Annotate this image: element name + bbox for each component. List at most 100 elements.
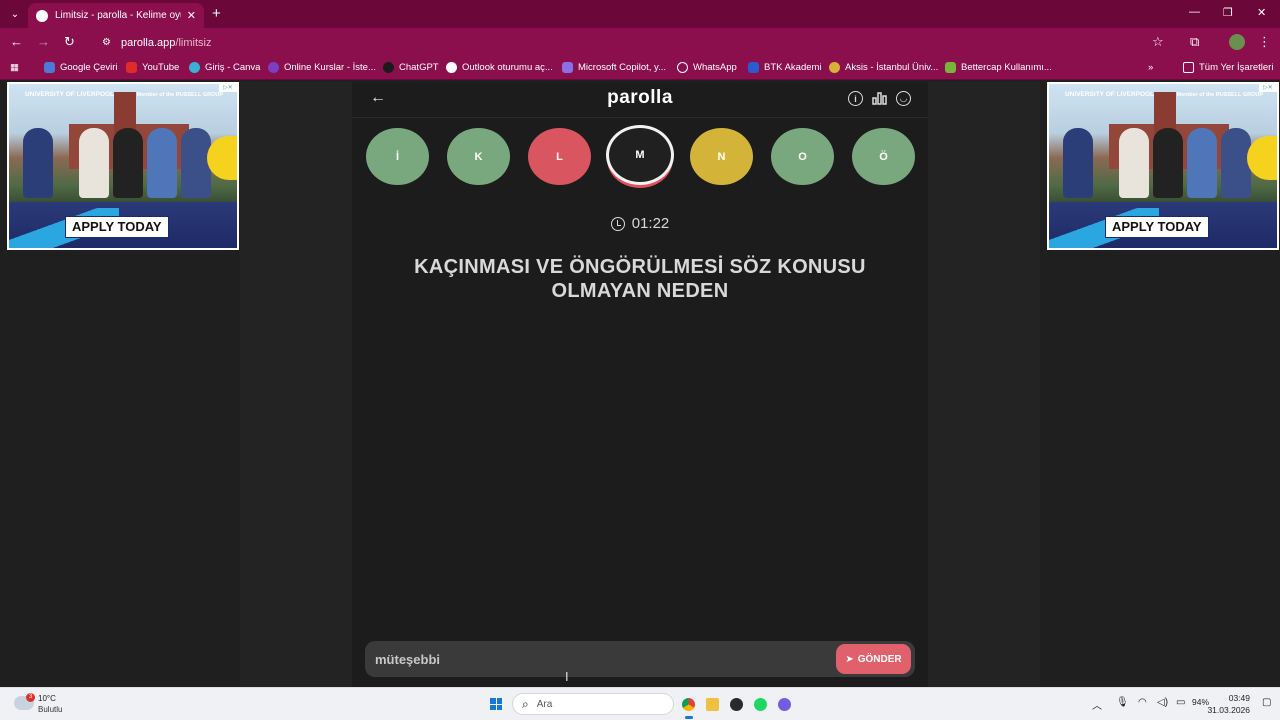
navigation-bar: ← → ↻ ⚙ parolla.app /limitsiz ☆ ⧉ ⋮ [0, 28, 1280, 57]
course-icon [268, 62, 279, 73]
browser-menu-icon[interactable]: ⋮ [1258, 34, 1271, 50]
send-button[interactable]: ➤ GÖNDER [836, 644, 911, 674]
aksis-icon [829, 62, 840, 73]
letter-circle-o: O [771, 128, 834, 185]
bookmark-label: Microsoft Copilot, y... [578, 62, 666, 73]
globe-icon [446, 62, 457, 73]
letter-circle-i: İ [366, 128, 429, 185]
new-tab-button[interactable]: + [212, 5, 221, 22]
all-bookmarks-folder[interactable]: Tüm Yer İşaretleri [1183, 62, 1273, 73]
spotify-icon[interactable] [754, 698, 767, 711]
adchoices-icon[interactable]: ▷✕ [1259, 84, 1277, 92]
text-cursor-icon: I [565, 669, 569, 684]
bookmark-label: Google Çeviri [60, 62, 118, 73]
app-icon[interactable] [730, 698, 743, 711]
file-explorer-icon[interactable] [706, 698, 719, 711]
extensions-icon[interactable]: ⧉ [1190, 34, 1199, 50]
tab-strip: ⌄ Limitsiz - parolla - Kelime oyunu ✕ + … [0, 0, 1280, 28]
letter-circle-o-umlaut: Ö [852, 128, 915, 185]
windows-start-icon[interactable] [490, 698, 502, 710]
site-info-icon[interactable]: ⚙ [102, 37, 111, 48]
stats-icon[interactable] [872, 91, 887, 106]
bookmark-label: Bettercap Kullanımı... [961, 62, 1052, 73]
bookmark-google-translate[interactable]: Google Çeviri [44, 62, 118, 73]
bookmark-chatgpt[interactable]: ChatGPT [383, 62, 439, 73]
ad-university-logo: UNIVERSITY OF LIVERPOOL [25, 91, 115, 98]
microphone-icon[interactable]: 🎙 [1116, 697, 1129, 708]
apps-grid-icon[interactable]: ▦ [10, 62, 19, 73]
bookmark-label: WhatsApp [693, 62, 737, 73]
bookmark-label: BTK Akademi [764, 62, 822, 73]
battery-percent: 94% [1192, 697, 1210, 707]
letter-circle-l: L [528, 128, 591, 185]
active-app-indicator [685, 716, 693, 719]
windows-taskbar: 3 10°C Bulutlu ⌕ Ara ︿ 🎙 ◠ ◁) ▭ 94% 03:4… [0, 687, 1280, 720]
battery-icon[interactable]: ▭ [1176, 697, 1185, 708]
bookmark-whatsapp[interactable]: WhatsApp [677, 62, 737, 73]
bookmark-canva[interactable]: Giriş - Canva [189, 62, 260, 73]
user-profile-icon[interactable]: ◡ [896, 91, 911, 106]
bookmark-youtube[interactable]: YouTube [126, 62, 179, 73]
ad-russell-group-logo: Member of the RUSSELL GROUP [136, 92, 223, 98]
back-button[interactable]: ← [10, 34, 23, 49]
adchoices-icon[interactable]: ▷✕ [219, 84, 237, 92]
wifi-icon[interactable]: ◠ [1138, 697, 1147, 708]
search-icon: ⌕ [522, 696, 529, 711]
answer-box: ➤ GÖNDER [365, 641, 915, 677]
letter-circle-m-current: M [606, 125, 674, 185]
letter-row: İ K L M N O Ö [0, 125, 1280, 189]
close-window-button[interactable]: ✕ [1257, 6, 1266, 19]
speaker-icon[interactable]: ◁) [1157, 697, 1168, 708]
clock-time: 03:49 [1228, 693, 1250, 703]
bookmark-label: Online Kurslar - İste... [284, 62, 376, 73]
discord-icon[interactable] [778, 698, 791, 711]
clock-date: 31.03.2026 [1207, 705, 1250, 715]
system-clock[interactable]: 03:49 31.03.2026 [1207, 692, 1250, 716]
bookmark-bettercap[interactable]: Bettercap Kullanımı... [945, 62, 1052, 73]
btk-icon [748, 62, 759, 73]
ad-russell-group-logo: Member of the RUSSELL GROUP [1176, 92, 1263, 98]
tab-close-icon[interactable]: ✕ [187, 9, 196, 22]
letter-circle-n: N [690, 128, 753, 185]
reload-button[interactable]: ↻ [64, 34, 75, 50]
chrome-icon[interactable] [682, 698, 695, 711]
chatgpt-icon [383, 62, 394, 73]
taskbar-search[interactable]: ⌕ Ara [512, 693, 674, 715]
folder-icon [1183, 62, 1194, 73]
timer-value: 01:22 [631, 215, 670, 232]
address-bar[interactable]: ⚙ parolla.app /limitsiz [92, 31, 1172, 54]
bookmark-star-icon[interactable]: ☆ [1152, 34, 1164, 50]
clock-icon [610, 216, 625, 231]
bookmark-label: Tüm Yer İşaretleri [1199, 62, 1274, 73]
weather-temperature[interactable]: 10°C [38, 694, 56, 703]
bookmarks-bar: ▦ Google Çeviri YouTube Giriş - Canva On… [0, 57, 1280, 80]
bookmark-copilot[interactable]: Microsoft Copilot, y... [562, 62, 666, 73]
bookmark-label: ChatGPT [399, 62, 439, 73]
minimize-button[interactable]: — [1189, 6, 1200, 18]
parolla-favicon-icon [36, 9, 48, 22]
bookmark-aksis[interactable]: Aksis - İstanbul Üniv... [829, 62, 938, 73]
restore-button[interactable]: ❐ [1223, 6, 1233, 19]
search-placeholder: Ara [536, 698, 553, 710]
bookmark-label: Giriş - Canva [205, 62, 261, 73]
bookmarks-overflow-button[interactable]: » [1148, 62, 1153, 73]
ad-university-logo: UNIVERSITY OF LIVERPOOL [1065, 91, 1155, 98]
forward-button[interactable]: → [37, 34, 50, 49]
weather-condition[interactable]: Bulutlu [38, 705, 62, 714]
tray-chevron-icon[interactable]: ︿ [1092, 697, 1102, 712]
profile-avatar[interactable] [1229, 34, 1245, 50]
letter-circle-k: K [447, 128, 510, 185]
notification-icon[interactable]: ▢ [1262, 697, 1271, 708]
question-text: KAÇINMASI VE ÖNGÖRÜLMESİ SÖZ KONUSU OLMA… [414, 256, 866, 302]
tab-active[interactable]: Limitsiz - parolla - Kelime oyunu ✕ [28, 3, 204, 28]
brand-logo: parolla [607, 87, 673, 108]
bookmark-btk[interactable]: BTK Akademi [748, 62, 822, 73]
bookmark-outlook[interactable]: Outlook oturumu aç... [446, 62, 553, 73]
canva-icon [189, 62, 200, 73]
bookmark-online-courses[interactable]: Online Kurslar - İste... [268, 62, 376, 73]
answer-input[interactable] [375, 641, 835, 677]
tab-search-chevron-icon[interactable]: ⌄ [6, 5, 24, 23]
url-domain: parolla.app [120, 36, 176, 49]
info-icon[interactable]: i [848, 91, 863, 106]
send-icon: ➤ [845, 653, 854, 665]
